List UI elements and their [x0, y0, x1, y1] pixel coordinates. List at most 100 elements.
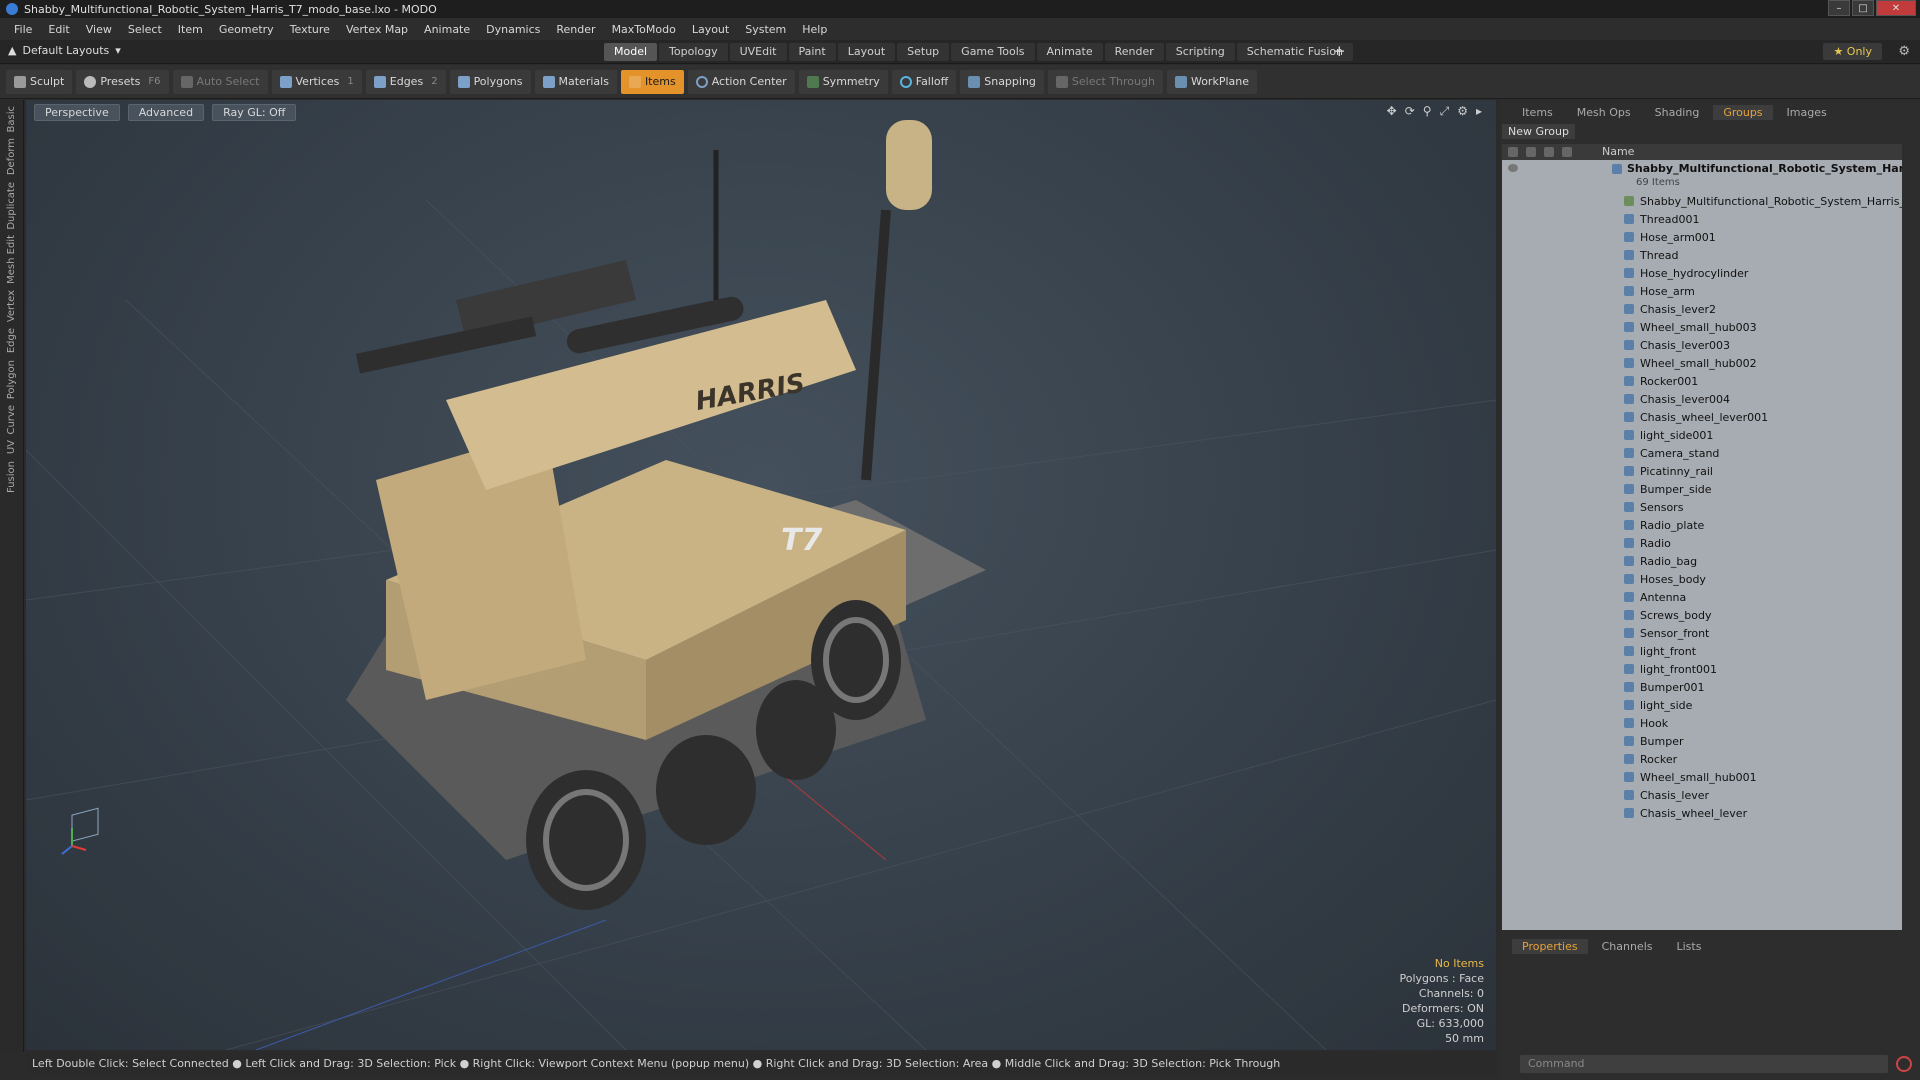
workplane-button[interactable]: WorkPlane: [1166, 69, 1257, 94]
list-item[interactable]: Wheel_small_hub001: [1502, 768, 1902, 786]
list-item[interactable]: Sensors: [1502, 498, 1902, 516]
list-item[interactable]: Antenna: [1502, 588, 1902, 606]
list-item[interactable]: Hose_arm: [1502, 282, 1902, 300]
tab-properties[interactable]: Properties: [1512, 938, 1588, 954]
list-item[interactable]: Chasis_lever003: [1502, 336, 1902, 354]
list-item[interactable]: Sensor_front: [1502, 624, 1902, 642]
menu-view[interactable]: View: [78, 23, 120, 36]
raygl-button[interactable]: Ray GL: Off: [212, 104, 297, 121]
tab-channels[interactable]: Channels: [1592, 939, 1663, 954]
tray-tab-curve[interactable]: Curve: [6, 405, 17, 435]
tab-lists[interactable]: Lists: [1667, 939, 1712, 954]
menu-item[interactable]: Item: [170, 23, 211, 36]
auto-select-button[interactable]: Auto Select: [172, 69, 268, 94]
tab-render[interactable]: Render: [1104, 43, 1164, 61]
menu-layout[interactable]: Layout: [684, 23, 737, 36]
list-item[interactable]: Camera_stand: [1502, 444, 1902, 462]
menu-texture[interactable]: Texture: [282, 23, 338, 36]
rotate-view-icon[interactable]: ⟳: [1405, 104, 1415, 119]
3d-viewport[interactable]: HARRIS T7 Perspective Advanced Ray GL: O…: [26, 100, 1496, 1050]
presets-button[interactable]: Presets F6: [76, 69, 169, 94]
items-button[interactable]: Items: [620, 69, 684, 94]
minimize-button[interactable]: –: [1828, 0, 1850, 16]
tab-shading[interactable]: Shading: [1645, 105, 1710, 120]
list-item[interactable]: Hose_arm001: [1502, 228, 1902, 246]
tray-tab-fusion[interactable]: Fusion: [6, 461, 17, 493]
menu-system[interactable]: System: [737, 23, 794, 36]
menu-animate[interactable]: Animate: [416, 23, 478, 36]
menu-vertex-map[interactable]: Vertex Map: [338, 23, 416, 36]
menu-select[interactable]: Select: [120, 23, 170, 36]
tab-setup[interactable]: Setup: [897, 43, 950, 61]
tray-tab-basic[interactable]: Basic: [6, 106, 17, 132]
gear-icon[interactable]: ⚙: [1898, 44, 1910, 59]
list-item[interactable]: Rocker001: [1502, 372, 1902, 390]
tray-tab-mesh-edit[interactable]: Mesh Edit: [6, 235, 17, 284]
maximize-button[interactable]: □: [1852, 0, 1874, 16]
list-item[interactable]: Chasis_lever2: [1502, 300, 1902, 318]
action-center-button[interactable]: Action Center: [687, 69, 795, 94]
tab-mesh-ops[interactable]: Mesh Ops: [1567, 105, 1641, 120]
list-item[interactable]: Bumper001: [1502, 678, 1902, 696]
list-item[interactable]: light_front: [1502, 642, 1902, 660]
group-row[interactable]: Shabby_Multifunctional_Robotic_System_Ha…: [1502, 160, 1902, 192]
list-item[interactable]: Radio: [1502, 534, 1902, 552]
list-item[interactable]: Chasis_lever004: [1502, 390, 1902, 408]
tab-game-tools[interactable]: Game Tools: [951, 43, 1035, 61]
tab-items[interactable]: Items: [1512, 105, 1563, 120]
add-tab-button[interactable]: +: [1333, 42, 1346, 60]
list-item[interactable]: Hoses_body: [1502, 570, 1902, 588]
menu-dynamics[interactable]: Dynamics: [478, 23, 548, 36]
list-item[interactable]: light_front001: [1502, 660, 1902, 678]
list-item[interactable]: Wheel_small_hub002: [1502, 354, 1902, 372]
only-button[interactable]: ★ Only: [1823, 43, 1882, 60]
list-item[interactable]: Radio_plate: [1502, 516, 1902, 534]
tray-tab-duplicate[interactable]: Duplicate: [6, 182, 17, 230]
list-item[interactable]: Shabby_Multifunctional_Robotic_System_Ha…: [1502, 192, 1902, 210]
select-through-button[interactable]: Select Through: [1047, 69, 1163, 94]
new-group-button[interactable]: New Group: [1502, 124, 1575, 139]
menu-maxtomodo[interactable]: MaxToModo: [604, 23, 684, 36]
menu-render[interactable]: Render: [548, 23, 603, 36]
edges-button[interactable]: Edges 2: [365, 69, 446, 94]
menu-edit[interactable]: Edit: [40, 23, 77, 36]
tray-tab-vertex[interactable]: Vertex: [6, 290, 17, 322]
layout-selector[interactable]: ▲ Default Layouts ▾: [8, 44, 121, 57]
list-item[interactable]: Chasis_wheel_lever001: [1502, 408, 1902, 426]
menu-geometry[interactable]: Geometry: [211, 23, 282, 36]
tray-tab-edge[interactable]: Edge: [6, 328, 17, 353]
list-item[interactable]: Bumper_side: [1502, 480, 1902, 498]
eye-icon[interactable]: [1508, 164, 1518, 172]
list-item[interactable]: light_side: [1502, 696, 1902, 714]
list-item[interactable]: Hose_hydrocylinder: [1502, 264, 1902, 282]
record-icon[interactable]: [1896, 1056, 1912, 1072]
list-item[interactable]: Rocker: [1502, 750, 1902, 768]
polygons-button[interactable]: Polygons: [449, 69, 531, 94]
tray-tab-uv[interactable]: UV: [6, 440, 17, 454]
list-item[interactable]: Radio_bag: [1502, 552, 1902, 570]
tab-paint[interactable]: Paint: [788, 43, 836, 61]
tray-tab-polygon[interactable]: Polygon: [6, 360, 17, 399]
list-item[interactable]: Screws_body: [1502, 606, 1902, 624]
command-input[interactable]: Command: [1520, 1055, 1888, 1073]
list-item[interactable]: Chasis_wheel_lever: [1502, 804, 1902, 822]
menu-help[interactable]: Help: [794, 23, 835, 36]
tab-groups[interactable]: Groups: [1713, 104, 1773, 120]
list-item[interactable]: light_side001: [1502, 426, 1902, 444]
tab-layout[interactable]: Layout: [837, 43, 896, 61]
maximize-view-icon[interactable]: ⤢: [1440, 104, 1450, 119]
list-item[interactable]: Picatinny_rail: [1502, 462, 1902, 480]
tab-uvedit[interactable]: UVEdit: [729, 43, 787, 61]
viewport-menu-icon[interactable]: ▸: [1476, 104, 1482, 119]
close-button[interactable]: ✕: [1876, 0, 1916, 16]
tab-animate[interactable]: Animate: [1036, 43, 1103, 61]
tray-tab-deform[interactable]: Deform: [6, 138, 17, 175]
tab-model[interactable]: Model: [604, 43, 658, 61]
list-item[interactable]: Thread001: [1502, 210, 1902, 228]
list-item[interactable]: Bumper: [1502, 732, 1902, 750]
tab-images[interactable]: Images: [1777, 105, 1837, 120]
materials-button[interactable]: Materials: [534, 69, 617, 94]
advanced-button[interactable]: Advanced: [127, 104, 205, 121]
falloff-button[interactable]: Falloff: [891, 69, 957, 94]
list-item[interactable]: Wheel_small_hub003: [1502, 318, 1902, 336]
